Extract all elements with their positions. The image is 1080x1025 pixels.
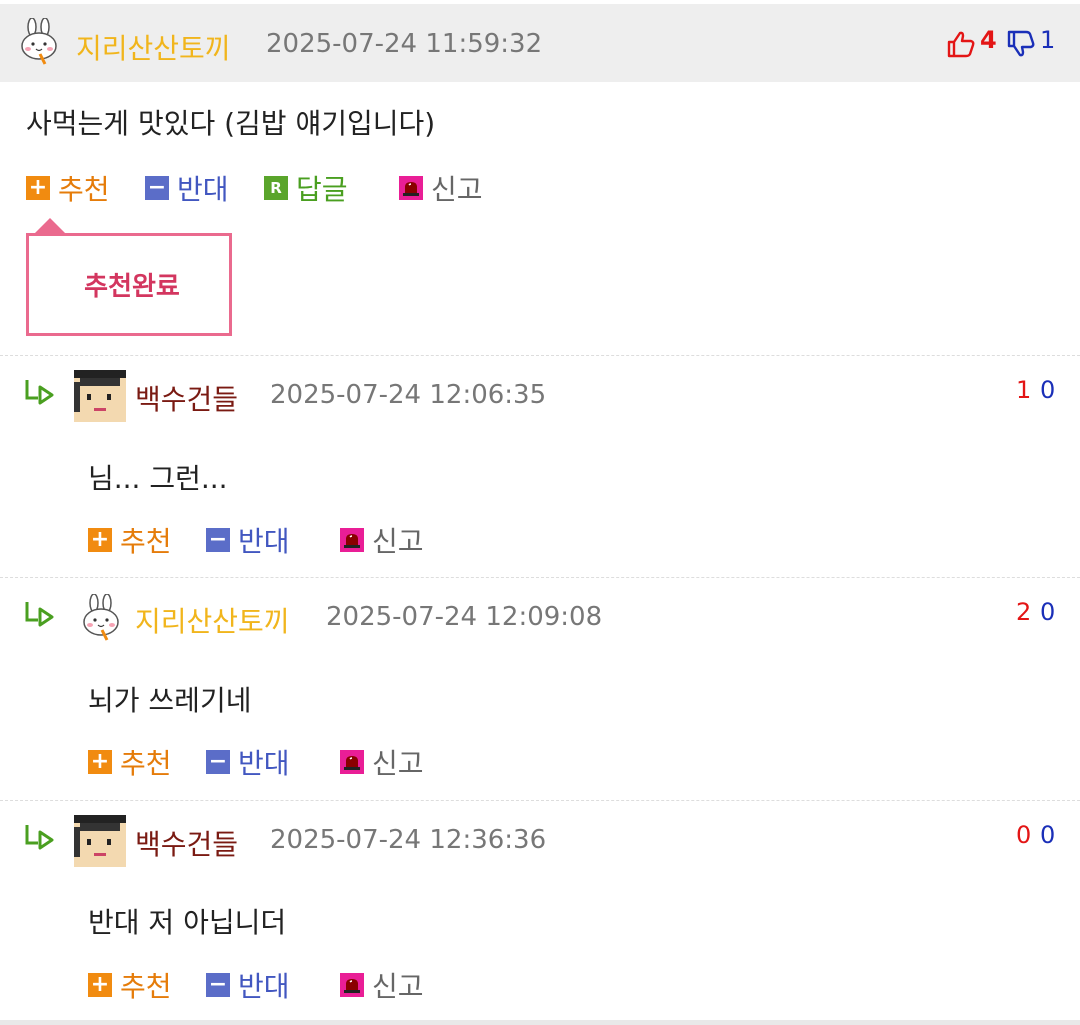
reply-up-count: 2 [1016, 598, 1032, 626]
plus-icon: + [88, 973, 112, 997]
recommend-label: 추천 [58, 173, 110, 206]
recommend-button[interactable]: + 추천 [26, 170, 110, 206]
popup-arrow [34, 218, 66, 234]
graduate-avatar-icon[interactable] [74, 815, 126, 867]
reply-date: 2025-07-24 12:09:08 [326, 602, 603, 632]
recommend-button[interactable]: + 추천 [88, 967, 172, 1003]
main-comment-header: 지리산산토끼 2025-07-24 11:59:32 4 1 [0, 4, 1080, 82]
reply-up-count: 0 [1016, 821, 1032, 849]
report-button[interactable]: 신고 [340, 967, 424, 1003]
reply-down-count: 0 [1040, 598, 1056, 626]
reply-down-count: 0 [1040, 376, 1056, 404]
popup-text: 추천완료 [84, 272, 180, 302]
thumbs-down-icon [1007, 30, 1035, 57]
oppose-label: 반대 [177, 173, 229, 206]
plus-icon: + [26, 176, 50, 200]
reply-arrow-icon [25, 602, 54, 627]
reply-arrow-icon [25, 825, 54, 850]
recommend-button[interactable]: + 추천 [88, 522, 172, 558]
report-button[interactable]: 신고 [340, 744, 424, 780]
report-label: 신고 [431, 173, 483, 206]
reply-icon: R [264, 176, 288, 200]
siren-icon [340, 750, 364, 774]
main-comment: 지리산산토끼 2025-07-24 11:59:32 4 1 사먹는게 맛있다 … [0, 0, 1080, 356]
reply-text: 반대 저 아닙니더 [88, 906, 287, 939]
rabbit-avatar-icon[interactable] [80, 594, 122, 642]
rabbit-avatar-icon[interactable] [18, 18, 60, 66]
main-down-count: 1 [1040, 26, 1056, 54]
bottom-divider [0, 1020, 1080, 1025]
reply-down-count: 0 [1040, 821, 1056, 849]
oppose-button[interactable]: − 반대 [206, 522, 290, 558]
reply-label: 답글 [296, 173, 348, 206]
main-comment-date: 2025-07-24 11:59:32 [266, 29, 543, 59]
reply-item: 백수건들 2025-07-24 12:36:36 0 0 반대 저 아닙니더 +… [0, 801, 1080, 1020]
reply-text: 뇌가 쓰레기네 [88, 684, 252, 717]
plus-icon: + [88, 750, 112, 774]
graduate-avatar-icon[interactable] [74, 370, 126, 422]
minus-icon: − [206, 750, 230, 774]
recommend-label: 추천 [120, 970, 172, 1003]
reply-up-count: 1 [1016, 376, 1032, 404]
thumbs-up-icon [947, 31, 975, 58]
oppose-button[interactable]: − 반대 [206, 744, 290, 780]
reply-text: 님... 그런... [88, 462, 228, 495]
recommend-label: 추천 [120, 525, 172, 558]
main-comment-nickname[interactable]: 지리산산토끼 [76, 27, 231, 67]
reply-nickname[interactable]: 지리산산토끼 [135, 600, 290, 640]
minus-icon: − [206, 528, 230, 552]
reply-item: 백수건들 2025-07-24 12:06:35 1 0 님... 그런... … [0, 356, 1080, 578]
reply-arrow-icon [25, 380, 54, 405]
oppose-button[interactable]: − 반대 [206, 967, 290, 1003]
minus-icon: − [206, 973, 230, 997]
report-label: 신고 [372, 970, 424, 1003]
main-comment-text: 사먹는게 맛있다 (김밥 얘기입니다) [26, 107, 436, 140]
reply-nickname[interactable]: 백수건들 [135, 378, 238, 418]
report-button[interactable]: 신고 [340, 522, 424, 558]
siren-icon [340, 528, 364, 552]
oppose-label: 반대 [238, 970, 290, 1003]
siren-icon [399, 176, 423, 200]
main-up-count: 4 [980, 26, 997, 54]
plus-icon: + [88, 528, 112, 552]
report-button[interactable]: 신고 [399, 170, 483, 206]
recommend-complete-popup: 추천완료 [26, 233, 232, 336]
reply-nickname[interactable]: 백수건들 [135, 823, 238, 863]
reply-item: 지리산산토끼 2025-07-24 12:09:08 2 0 뇌가 쓰레기네 +… [0, 578, 1080, 801]
reply-date: 2025-07-24 12:36:36 [270, 825, 547, 855]
report-label: 신고 [372, 747, 424, 780]
minus-icon: − [145, 176, 169, 200]
oppose-label: 반대 [238, 525, 290, 558]
siren-icon [340, 973, 364, 997]
oppose-button[interactable]: − 반대 [145, 170, 229, 206]
reply-button[interactable]: R 답글 [264, 170, 348, 206]
oppose-label: 반대 [238, 747, 290, 780]
report-label: 신고 [372, 525, 424, 558]
recommend-button[interactable]: + 추천 [88, 744, 172, 780]
reply-date: 2025-07-24 12:06:35 [270, 380, 547, 410]
recommend-label: 추천 [120, 747, 172, 780]
